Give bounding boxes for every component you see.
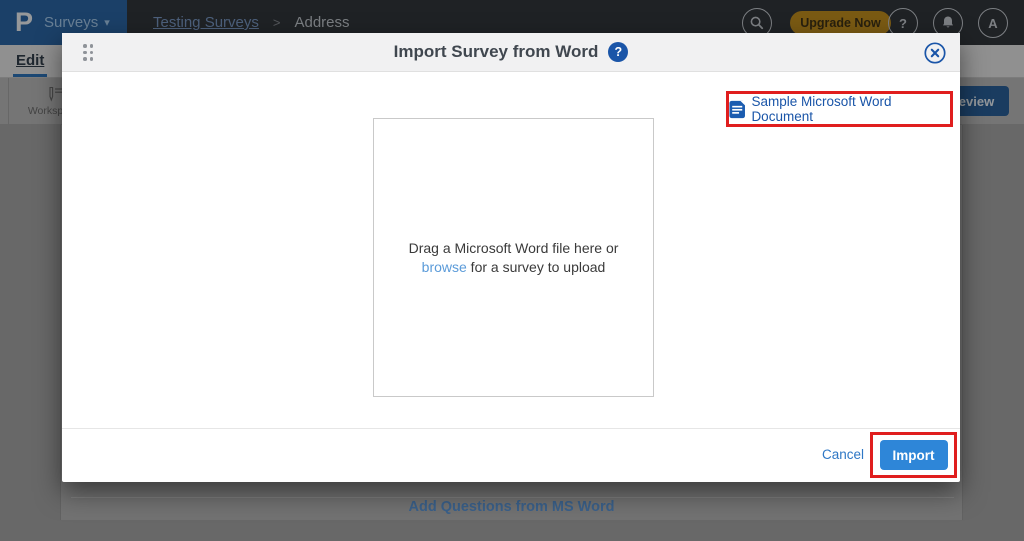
dropzone-line2: for a survey to upload <box>467 259 606 275</box>
cancel-button[interactable]: Cancel <box>822 447 864 462</box>
sample-word-document-link[interactable]: Sample Microsoft Word Document <box>751 94 950 124</box>
modal-header: Import Survey from Word ? <box>62 33 960 72</box>
file-dropzone[interactable]: Drag a Microsoft Word file here or brows… <box>373 118 654 397</box>
import-button[interactable]: Import <box>880 440 948 470</box>
title-help-icon[interactable]: ? <box>608 42 628 62</box>
browse-link[interactable]: browse <box>422 259 467 275</box>
word-document-icon <box>729 100 745 119</box>
modal-footer: Cancel Import <box>62 428 960 482</box>
close-button[interactable] <box>924 42 946 64</box>
dropzone-text: Drag a Microsoft Word file here or brows… <box>409 239 619 277</box>
import-annotation-box: Import <box>870 432 957 478</box>
import-survey-modal: Import Survey from Word ? Sample Microso… <box>62 33 960 482</box>
dropzone-line1: Drag a Microsoft Word file here or <box>409 240 619 256</box>
modal-title: Import Survey from Word <box>394 42 599 62</box>
app-screen: P Surveys ▾ Testing Surveys > Address Up… <box>0 0 1024 541</box>
drag-handle-icon[interactable] <box>83 44 94 61</box>
close-icon <box>924 42 946 64</box>
sample-doc-annotation-box: Sample Microsoft Word Document <box>726 91 953 127</box>
